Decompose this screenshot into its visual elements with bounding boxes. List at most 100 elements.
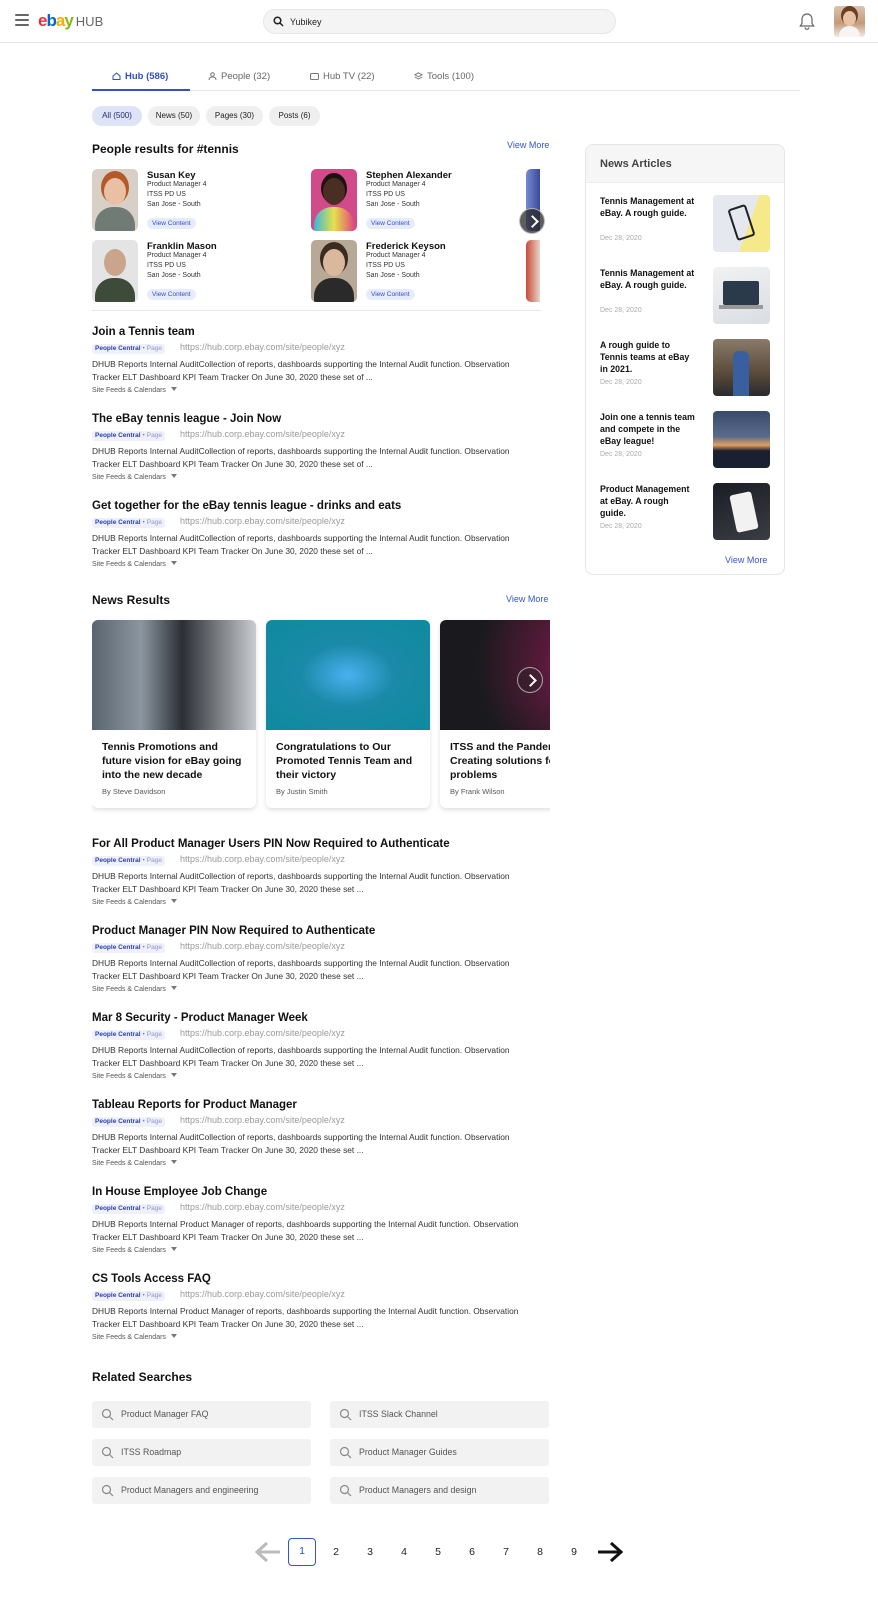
result-url[interactable]: https://hub.corp.ebay.com/site/people/xy… [180, 1289, 345, 1299]
page-4-button[interactable]: 4 [390, 1538, 418, 1566]
result-title-link[interactable]: For All Product Manager Users PIN Now Re… [92, 838, 450, 850]
result-expand-dropdown[interactable]: Site Feeds & Calendars [92, 986, 177, 993]
result-url[interactable]: https://hub.corp.ebay.com/site/people/xy… [180, 1115, 345, 1125]
related-search-chip[interactable]: Product Manager Guides [330, 1439, 549, 1466]
person-name[interactable]: Stephen Alexander [366, 170, 452, 181]
result-title-link[interactable]: In House Employee Job Change [92, 1186, 267, 1198]
result-expand-dropdown[interactable]: Site Feeds & Calendars [92, 474, 177, 481]
search-result: The eBay tennis league - Join Now People… [92, 413, 552, 485]
result-url[interactable]: https://hub.corp.ebay.com/site/people/xy… [180, 941, 345, 951]
view-content-button[interactable]: View Content [366, 289, 415, 300]
person-card[interactable]: Susan Key Product Manager 4 ITSS PD US S… [92, 169, 302, 231]
tab-tools[interactable]: Tools (100) [414, 71, 474, 82]
news-view-more-link[interactable]: View More [506, 594, 548, 604]
tab-hub-tv[interactable]: Hub TV (22) [310, 71, 375, 82]
result-expand-dropdown[interactable]: Site Feeds & Calendars [92, 899, 177, 906]
news-article-item[interactable]: A rough guide to Tennis teams at eBay in… [600, 339, 770, 397]
person-location: San Jose - South [366, 272, 420, 279]
filter-pages[interactable]: Pages (30) [206, 106, 263, 126]
notification-bell-icon[interactable] [798, 12, 816, 31]
news-article-item[interactable]: Join one a tennis team and compete in th… [600, 411, 770, 469]
result-tags: People Central • Page [92, 431, 165, 441]
people-carousel-next-button[interactable] [519, 208, 545, 234]
result-title-link[interactable]: Mar 8 Security - Product Manager Week [92, 1012, 308, 1024]
search-icon [101, 1484, 114, 1497]
related-search-chip[interactable]: Product Manager FAQ [92, 1401, 311, 1428]
result-url[interactable]: https://hub.corp.ebay.com/site/people/xy… [180, 342, 345, 352]
related-search-chip[interactable]: ITSS Roadmap [92, 1439, 311, 1466]
result-tags: People Central • Page [92, 518, 165, 528]
section-divider [92, 310, 542, 311]
search-icon [101, 1446, 114, 1459]
view-content-button[interactable]: View Content [147, 289, 196, 300]
news-article-item[interactable]: Tennis Management at eBay. A rough guide… [600, 195, 770, 253]
page-8-button[interactable]: 8 [526, 1538, 554, 1566]
result-expand-dropdown[interactable]: Site Feeds & Calendars [92, 1247, 177, 1254]
news-article-item[interactable]: Tennis Management at eBay. A rough guide… [600, 267, 770, 325]
tab-hub[interactable]: Hub (586) [112, 71, 168, 82]
view-content-button[interactable]: View Content [366, 218, 415, 229]
result-tag-source: People Central [95, 1292, 141, 1299]
news-articles-view-more-link[interactable]: View More [725, 555, 767, 565]
news-article-title: Join one a tennis team and compete in th… [600, 412, 695, 446]
page-7-button[interactable]: 7 [492, 1538, 520, 1566]
person-card[interactable]: Stephen Alexander Product Manager 4 ITSS… [311, 169, 521, 231]
result-url[interactable]: https://hub.corp.ebay.com/site/people/xy… [180, 429, 345, 439]
page-1-button[interactable]: 1 [288, 1538, 316, 1566]
next-page-arrow-icon[interactable] [596, 1540, 624, 1564]
page-6-button[interactable]: 6 [458, 1538, 486, 1566]
page-3-button[interactable]: 3 [356, 1538, 384, 1566]
result-description: DHUB Reports Internal AuditCollection of… [92, 1045, 510, 1068]
news-carousel-next-button[interactable] [517, 667, 543, 693]
tab-people[interactable]: People (32) [208, 71, 270, 82]
result-url[interactable]: https://hub.corp.ebay.com/site/people/xy… [180, 1202, 345, 1212]
filter-news[interactable]: News (50) [148, 106, 200, 126]
result-expand-dropdown[interactable]: Site Feeds & Calendars [92, 561, 177, 568]
result-title-link[interactable]: Join a Tennis team [92, 326, 195, 338]
result-title-link[interactable]: The eBay tennis league - Join Now [92, 413, 281, 425]
related-search-chip[interactable]: ITSS Slack Channel [330, 1401, 549, 1428]
result-tags: People Central • Page [92, 943, 165, 953]
result-expand-dropdown[interactable]: Site Feeds & Calendars [92, 1334, 177, 1341]
related-search-chip[interactable]: Product Managers and engineering [92, 1477, 311, 1504]
page-5-button[interactable]: 5 [424, 1538, 452, 1566]
tab-tools-label: Tools (100) [427, 71, 474, 82]
result-url[interactable]: https://hub.corp.ebay.com/site/people/xy… [180, 854, 345, 864]
search-bar[interactable] [263, 9, 616, 34]
result-url[interactable]: https://hub.corp.ebay.com/site/people/xy… [180, 516, 345, 526]
search-input[interactable] [290, 14, 590, 30]
person-name[interactable]: Franklin Mason [147, 241, 217, 252]
news-card[interactable]: Tennis Promotions and future vision for … [92, 620, 256, 808]
result-expand-dropdown[interactable]: Site Feeds & Calendars [92, 387, 177, 394]
page-2-button[interactable]: 2 [322, 1538, 350, 1566]
result-title-link[interactable]: Get together for the eBay tennis league … [92, 500, 401, 512]
result-title-link[interactable]: Tableau Reports for Product Manager [92, 1099, 297, 1111]
result-tag-source: People Central [95, 944, 141, 951]
news-article-item[interactable]: Product Management at eBay. A rough guid… [600, 483, 770, 541]
news-card[interactable]: ITSS and the Pandemic: Creating solution… [440, 620, 550, 808]
filter-all[interactable]: All (500) [92, 106, 142, 126]
person-name[interactable]: Susan Key [147, 170, 196, 181]
filter-posts[interactable]: Posts (6) [269, 106, 320, 126]
result-tag-type: Page [146, 432, 162, 439]
person-role: Product Manager 4 [147, 181, 207, 188]
person-name[interactable]: Frederick Keyson [366, 241, 446, 252]
page-9-button[interactable]: 9 [560, 1538, 588, 1566]
search-result: Tableau Reports for Product Manager Peop… [92, 1099, 552, 1171]
previous-page-arrow-icon[interactable] [254, 1540, 282, 1564]
result-expand-dropdown[interactable]: Site Feeds & Calendars [92, 1160, 177, 1167]
result-expand-dropdown[interactable]: Site Feeds & Calendars [92, 1073, 177, 1080]
news-card[interactable]: Congratulations to Our Promoted Tennis T… [266, 620, 430, 808]
ebay-hub-logo[interactable]: ebay HUB [38, 12, 103, 31]
result-title-link[interactable]: Product Manager PIN Now Required to Auth… [92, 925, 375, 937]
result-url[interactable]: https://hub.corp.ebay.com/site/people/xy… [180, 1028, 345, 1038]
menu-icon[interactable] [15, 14, 29, 26]
people-view-more-link[interactable]: View More [507, 140, 549, 150]
result-title-link[interactable]: CS Tools Access FAQ [92, 1273, 211, 1285]
view-content-button[interactable]: View Content [147, 218, 196, 229]
person-card[interactable]: Franklin Mason Product Manager 4 ITSS PD… [92, 240, 302, 302]
news-article-image [713, 483, 770, 540]
person-card[interactable]: Frederick Keyson Product Manager 4 ITSS … [311, 240, 521, 302]
related-search-chip[interactable]: Product Managers and design [330, 1477, 549, 1504]
user-avatar[interactable] [834, 6, 865, 37]
